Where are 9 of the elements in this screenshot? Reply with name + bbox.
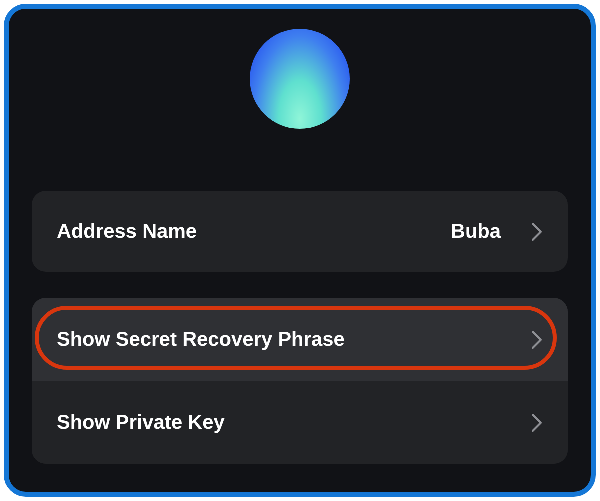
- address-name-row[interactable]: Address Name Buba: [32, 191, 568, 272]
- chevron-icon: [531, 412, 543, 432]
- address-name-value: Buba: [451, 220, 501, 244]
- row-label: Show Private Key: [57, 410, 225, 436]
- menu-row[interactable]: Show Secret Recovery Phrase: [32, 298, 568, 381]
- chevron-icon: [531, 222, 543, 242]
- row-label: Address Name: [57, 220, 198, 244]
- chevron-icon: [531, 330, 543, 350]
- row-label: Show Secret Recovery Phrase: [57, 328, 345, 352]
